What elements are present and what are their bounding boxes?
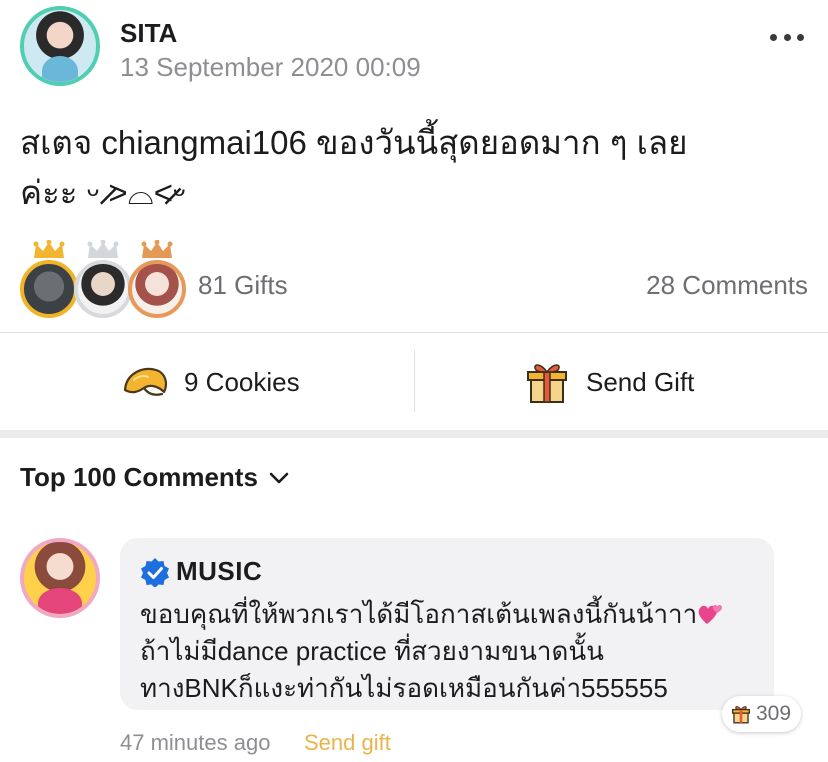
gifter-avatar[interactable] [74, 260, 132, 318]
section-separator [0, 430, 828, 438]
comments-sort-dropdown[interactable]: Top 100 Comments [20, 462, 290, 493]
comment-text: ขอบคุณที่ให้พวกเราได้มีโอกาสเต้นเพลงนี้ก… [140, 596, 760, 707]
post-text-line: ค่ะะ ᵕ ̷̷>⌓<̷̷ᵕ [20, 174, 186, 211]
author-avatar[interactable] [20, 6, 100, 86]
gifts-count[interactable]: 81 Gifts [198, 270, 288, 301]
fortune-cookie-icon [123, 367, 167, 396]
comment-line-text: ขอบคุณที่ให้พวกเราได้มีโอกาสเต้นเพลงนี้ก… [140, 599, 698, 629]
bronze-crown-icon [141, 240, 173, 258]
comment-line: ถ้าไม่มีdance practice ที่สวยงามขนาดนั้น [140, 636, 604, 666]
gifter-avatar[interactable] [128, 260, 186, 318]
chevron-down-icon [269, 472, 289, 483]
silver-crown-icon [87, 240, 119, 258]
two-hearts-icon [698, 604, 723, 624]
comment-author-row: MUSIC [140, 556, 262, 587]
gifter-avatar[interactable] [20, 260, 78, 318]
comment-gift-count: 309 [756, 702, 792, 725]
cookies-label: 9 Cookies [184, 366, 300, 397]
post-header: SITA 13 September 2020 00:09 [20, 6, 808, 86]
comment-line: ทางBNKก็แงะท่ากันไม่รอดเหมือนกันค่า55555… [140, 673, 668, 703]
gold-crown-icon [33, 240, 65, 258]
gift-icon [731, 706, 751, 724]
comments-heading-label: Top 100 Comments [20, 462, 258, 492]
comment-timestamp: 47 minutes ago [120, 730, 271, 755]
send-gift-label: Send Gift [586, 366, 695, 397]
send-gift-link[interactable]: Send gift [304, 730, 391, 756]
post-timestamp: 13 September 2020 00:09 [120, 52, 421, 82]
divider [0, 332, 828, 333]
action-divider [414, 350, 415, 412]
author-name[interactable]: SITA [120, 18, 177, 49]
post-page: SITA 13 September 2020 00:09 สเตจ chiang… [0, 0, 828, 762]
comments-count[interactable]: 28 Comments [646, 270, 808, 301]
gift-icon [527, 364, 567, 403]
post-text: สเตจ chiangmai106 ของวันนี้สุดยอดมาก ๆ เ… [20, 118, 810, 218]
comment-bubble: MUSIC ขอบคุณที่ให้พวกเราได้มีโอกาสเต้นเพ… [120, 538, 774, 710]
send-gift-button[interactable]: Send Gift [522, 352, 694, 412]
cookies-button[interactable]: 9 Cookies [120, 352, 300, 412]
verified-badge-icon [141, 557, 169, 587]
comment-gift-count-badge[interactable]: 309 [722, 696, 802, 732]
comment-line: ขอบคุณที่ให้พวกเราได้มีโอกาสเต้นเพลงนี้ก… [140, 596, 760, 633]
commenter-name[interactable]: MUSIC [176, 556, 262, 587]
top-gifters[interactable] [20, 240, 190, 320]
commenter-avatar[interactable] [20, 538, 100, 618]
post-text-line: สเตจ chiangmai106 ของวันนี้สุดยอดมาก ๆ เ… [20, 124, 688, 161]
more-options-icon[interactable] [770, 34, 804, 44]
